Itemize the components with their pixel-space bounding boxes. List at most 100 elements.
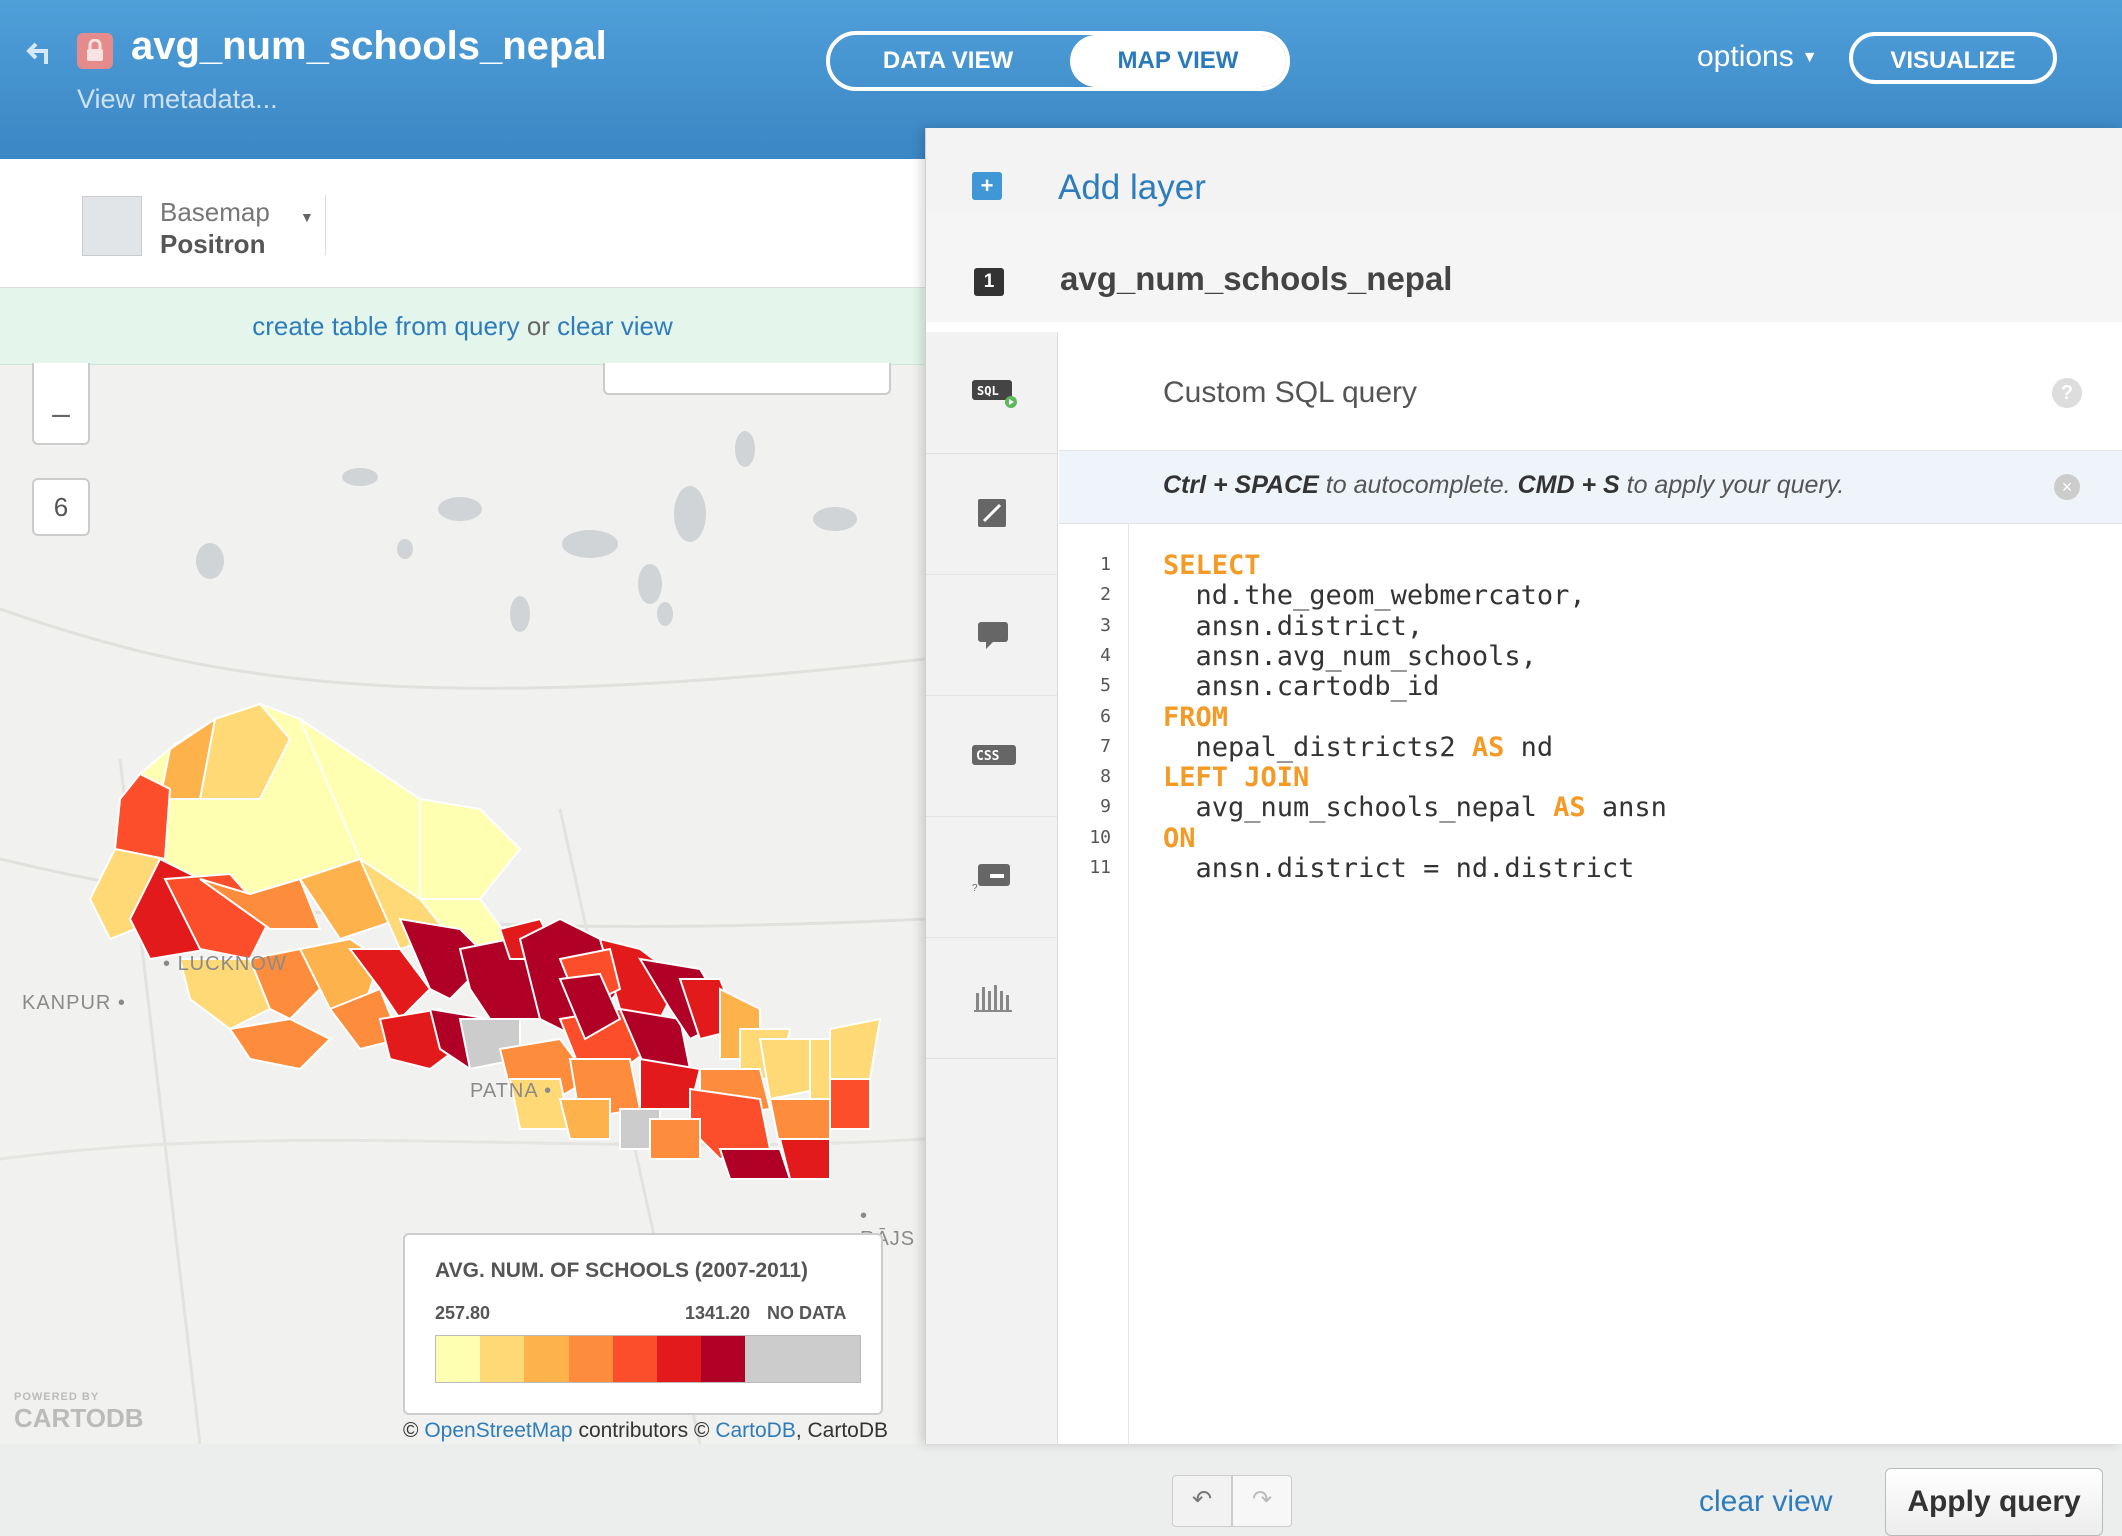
line-number: 5	[1100, 675, 1111, 697]
legend-swatch	[480, 1336, 525, 1382]
code-line: nepal_districts2 AS nd	[1163, 731, 1554, 763]
map-legend: AVG. NUM. OF SCHOOLS (2007-2011) 257.80 …	[403, 1233, 883, 1415]
options-menu[interactable]: options ▼	[1697, 40, 1818, 74]
css-icon: CSS	[972, 745, 1016, 765]
basemap-thumbnail[interactable]	[82, 196, 142, 256]
legend-min: 257.80	[435, 1303, 491, 1323]
apply-query-button[interactable]: Apply query	[1885, 1468, 2103, 1536]
view-metadata-link[interactable]: View metadata...	[77, 84, 278, 115]
basemap-name[interactable]: Positron	[160, 229, 265, 260]
legend-title: AVG. NUM. OF SCHOOLS (2007-2011)	[435, 1259, 809, 1282]
tab-wizard[interactable]	[926, 453, 1057, 575]
legend-swatch	[524, 1336, 569, 1382]
city-label-kanpur: KANPUR •	[22, 992, 126, 1014]
code-line: ansn.district = nd.district	[1163, 853, 1635, 884]
line-number: 8	[1100, 766, 1111, 788]
legend-icon: ?	[972, 864, 1010, 892]
help-icon[interactable]: ?	[2052, 378, 2082, 408]
create-table-from-query-link[interactable]: create table from query	[252, 311, 519, 341]
svg-text:?: ?	[972, 883, 978, 892]
svg-text:SQL: SQL	[977, 384, 999, 398]
clear-view-button[interactable]: clear view	[1699, 1485, 1832, 1519]
add-layer-bar[interactable]: + Add layer	[926, 128, 2122, 213]
tab-infowindow[interactable]	[926, 574, 1057, 696]
svg-text:CSS: CSS	[976, 749, 1000, 764]
layer-panel: + Add layer 1 avg_num_schools_nepal SQL	[925, 128, 2122, 1536]
data-view-tab[interactable]: DATA VIEW	[830, 35, 1066, 87]
legend-swatch	[436, 1336, 481, 1382]
layer-tool-tabs: SQL CSS ?	[926, 332, 1058, 1444]
line-number: 10	[1089, 826, 1111, 848]
filters-icon	[974, 985, 1012, 1012]
dataset-title[interactable]: avg_num_schools_nepal	[131, 24, 607, 69]
openstreetmap-link[interactable]: OpenStreetMap	[424, 1419, 572, 1442]
zoom-level: 6	[32, 478, 90, 536]
code-line: ansn.avg_num_schools,	[1163, 640, 1537, 672]
view-toggle: DATA VIEW MAP VIEW	[826, 31, 1290, 91]
legend-swatch	[745, 1336, 861, 1382]
editor-title: Custom SQL query	[1163, 376, 1417, 409]
options-label: options	[1697, 40, 1794, 73]
add-layer-button[interactable]: Add layer	[1058, 168, 1206, 208]
redo-button[interactable]: ↷	[1232, 1475, 1292, 1527]
tab-sql[interactable]: SQL	[926, 332, 1057, 454]
basemap-bar: Basemap Positron ▼	[0, 159, 925, 288]
sql-icon: SQL	[972, 380, 1017, 408]
legend-swatch	[656, 1336, 702, 1382]
line-number: 11	[1089, 857, 1111, 878]
caret-down-icon: ▼	[1801, 49, 1818, 67]
layer-name[interactable]: avg_num_schools_nepal	[1060, 260, 1452, 298]
wizard-icon	[978, 499, 1006, 527]
map-attribution: © OpenStreetMap contributors © CartoDB, …	[403, 1419, 889, 1442]
legend-swatch	[568, 1336, 613, 1382]
zoom-out-button[interactable]: –	[32, 363, 90, 445]
editor-hint: Ctrl + SPACE to autocomplete. CMD + S to…	[1163, 471, 1845, 499]
legend-swatch	[612, 1336, 657, 1382]
divider	[325, 195, 326, 255]
tab-filters[interactable]	[926, 937, 1057, 1059]
code-line: ON	[1163, 822, 1196, 854]
code-line: avg_num_schools_nepal AS ansn	[1163, 792, 1667, 824]
basemap-label: Basemap	[160, 197, 270, 227]
cartodb-link[interactable]: CartoDB	[715, 1419, 796, 1442]
code-line: ansn.district,	[1163, 610, 1424, 642]
line-number: 2	[1100, 584, 1111, 606]
private-lock-icon[interactable]	[77, 33, 113, 69]
code-line: ansn.cartodb_id	[1163, 671, 1440, 703]
infowindow-icon	[978, 622, 1008, 649]
visualize-button[interactable]: VISUALIZE	[1849, 32, 2057, 84]
city-label-lucknow: • LUCKNOW	[163, 953, 287, 975]
line-number: 4	[1100, 644, 1111, 666]
map-search-box[interactable]	[603, 363, 891, 395]
legend-swatch	[701, 1336, 746, 1382]
code-line: SELECT	[1163, 550, 1261, 581]
plus-icon[interactable]: +	[972, 172, 1002, 200]
undo-button[interactable]: ↶	[1172, 1475, 1232, 1527]
sql-editor-pane: Custom SQL query ? Ctrl + SPACE to autoc…	[1059, 332, 2122, 1536]
code-line: FROM	[1163, 701, 1229, 733]
or-text: or	[526, 311, 550, 341]
code-line: LEFT JOIN	[1163, 762, 1310, 794]
cartodb-logo: POWERED BY CARTODB	[14, 1391, 144, 1433]
editor-header: Custom SQL query ?	[1059, 332, 2122, 451]
map-area[interactable]: Basemap Positron ▼ create table from que…	[0, 159, 925, 1444]
caret-down-icon[interactable]: ▼	[300, 209, 314, 225]
map-view-tab[interactable]: MAP VIEW	[1070, 35, 1286, 87]
line-number: 3	[1100, 614, 1111, 636]
line-number: 1	[1100, 554, 1111, 575]
editor-hint-bar: Ctrl + SPACE to autocomplete. CMD + S to…	[1059, 451, 2122, 524]
tab-css[interactable]: CSS	[926, 695, 1057, 817]
query-bar: create table from query or clear view	[0, 288, 925, 365]
layer-header: 1 avg_num_schools_nepal	[926, 212, 2122, 322]
legend-color-ramp	[435, 1335, 861, 1383]
city-label-patna: PATNA •	[470, 1080, 553, 1102]
legend-max: 1341.20	[685, 1303, 751, 1323]
code-line: nd.the_geom_webmercator,	[1163, 580, 1586, 612]
close-icon[interactable]: ×	[2054, 474, 2080, 500]
legend-no-data: NO DATA	[767, 1303, 847, 1323]
clear-view-link[interactable]: clear view	[557, 311, 673, 341]
tab-legend[interactable]: ?	[926, 816, 1057, 938]
layer-number-badge: 1	[974, 268, 1004, 296]
line-number: 9	[1100, 796, 1111, 818]
back-arrow-icon[interactable]	[26, 38, 56, 68]
